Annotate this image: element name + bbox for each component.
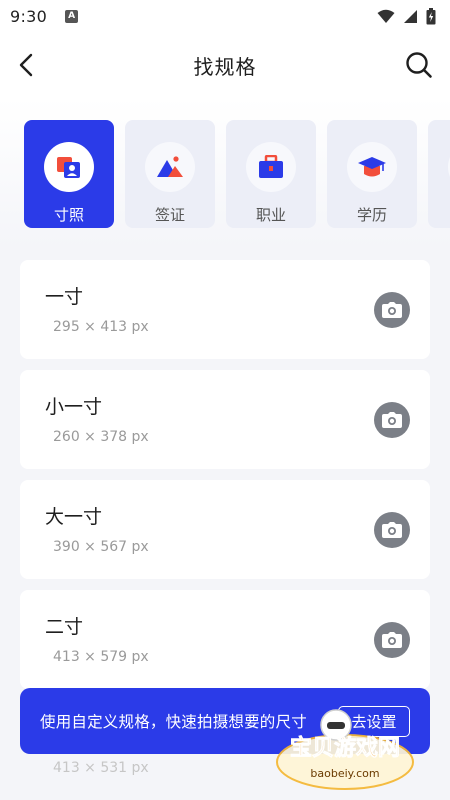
spec-card-4[interactable]: 二寸 413 × 579 px xyxy=(20,590,430,689)
camera-button[interactable] xyxy=(374,292,410,328)
camera-icon xyxy=(382,632,402,648)
mountain-icon xyxy=(145,142,195,192)
id-photo-icon xyxy=(44,142,94,192)
camera-button[interactable] xyxy=(374,402,410,438)
spec-size-partial: 413 × 531 px xyxy=(53,760,149,776)
tab-label: 寸照 xyxy=(53,206,84,224)
camera-icon xyxy=(382,302,402,318)
camera-button[interactable] xyxy=(374,512,410,548)
banner-text: 使用自定义规格，快速拍摄想要的尺寸 xyxy=(40,713,307,731)
battery-icon xyxy=(426,7,436,24)
spec-name: 二寸 xyxy=(45,616,84,638)
category-tabs: 寸照 签证 职业 学历 xyxy=(24,120,450,228)
custom-spec-banner: 使用自定义规格，快速拍摄想要的尺寸 去设置 xyxy=(20,688,430,754)
watermark-url: baobeiy.com xyxy=(310,767,379,780)
tab-id-photo[interactable]: 寸照 xyxy=(24,120,114,228)
spec-card-3[interactable]: 大一寸 390 × 567 px xyxy=(20,480,430,579)
status-bar: 9:30 A xyxy=(0,0,450,32)
tab-education[interactable]: 学历 xyxy=(327,120,417,228)
briefcase-icon xyxy=(246,142,296,192)
tab-label: 签证 xyxy=(154,206,185,224)
tab-visa[interactable]: 签证 xyxy=(125,120,215,228)
notification-app-icon: A xyxy=(65,9,79,23)
back-button[interactable] xyxy=(12,49,40,81)
camera-icon xyxy=(382,412,402,428)
go-settings-button[interactable]: 去设置 xyxy=(338,706,410,737)
tab-label: 职业 xyxy=(255,206,286,224)
spec-size: 260 × 378 px xyxy=(53,429,149,445)
camera-icon xyxy=(382,522,402,538)
tab-profession[interactable]: 职业 xyxy=(226,120,316,228)
graduation-cap-icon xyxy=(347,142,397,192)
spec-size: 390 × 567 px xyxy=(53,539,149,555)
camera-button[interactable] xyxy=(374,622,410,658)
spec-card-2[interactable]: 小一寸 260 × 378 px xyxy=(20,370,430,469)
search-button[interactable] xyxy=(404,49,434,81)
app-header: 找规格 xyxy=(0,32,450,98)
spec-size: 295 × 413 px xyxy=(53,319,149,335)
signal-icon xyxy=(404,9,417,23)
tab-label: 学历 xyxy=(356,206,387,224)
spec-size: 413 × 579 px xyxy=(53,649,149,665)
spec-name: 一寸 xyxy=(45,286,84,308)
spec-name: 小一寸 xyxy=(45,396,103,418)
wifi-icon xyxy=(377,9,395,23)
tab-more[interactable] xyxy=(428,120,450,228)
status-time: 9:30 xyxy=(10,6,48,26)
spec-name: 大一寸 xyxy=(45,506,103,528)
chevron-left-icon xyxy=(19,53,33,77)
spec-card-1[interactable]: 一寸 295 × 413 px xyxy=(20,260,430,359)
search-icon xyxy=(406,52,432,78)
page-title: 找规格 xyxy=(193,54,257,79)
